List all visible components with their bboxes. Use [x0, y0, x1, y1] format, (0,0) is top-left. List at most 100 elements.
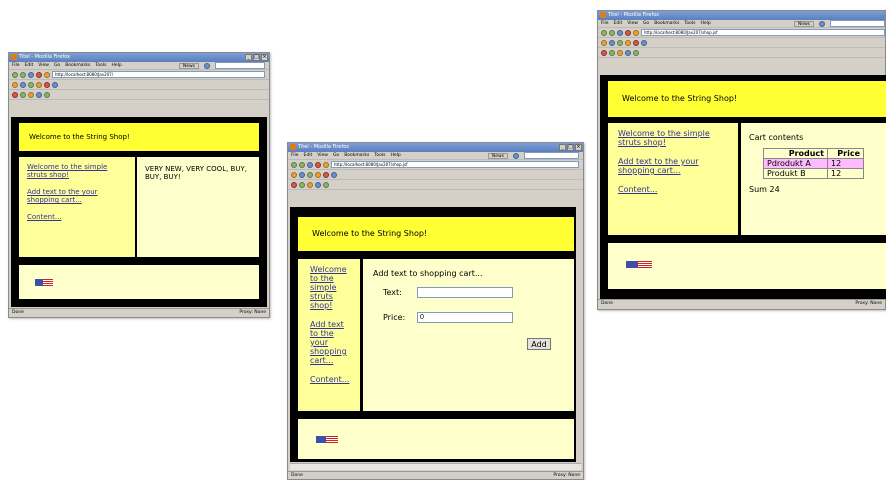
menu-help[interactable]: Help: [390, 152, 400, 159]
menu-go[interactable]: Go: [333, 152, 339, 159]
back-icon[interactable]: [12, 71, 18, 78]
menu-bookmarks[interactable]: Bookmarks: [344, 152, 369, 159]
reload-icon[interactable]: [617, 29, 623, 36]
extension-icon[interactable]: [323, 181, 329, 188]
search-input[interactable]: [215, 62, 265, 69]
bookmark-icon[interactable]: [20, 81, 26, 88]
forward-icon[interactable]: [20, 71, 26, 78]
bookmark-icon[interactable]: [28, 81, 34, 88]
home-icon[interactable]: [633, 29, 639, 36]
back-icon[interactable]: [291, 161, 297, 168]
menu-view[interactable]: View: [627, 20, 638, 27]
extension-icon[interactable]: [609, 49, 615, 56]
menu-help[interactable]: Help: [111, 62, 121, 69]
extension-icon[interactable]: [12, 91, 18, 98]
bookmark-icon[interactable]: [291, 171, 297, 178]
menu-file[interactable]: File: [291, 152, 299, 159]
minimize-button[interactable]: _: [559, 144, 566, 151]
link-welcome[interactable]: Welcome to the simple struts shop!: [618, 129, 728, 147]
home-icon[interactable]: [44, 71, 50, 78]
menu-edit[interactable]: Edit: [614, 20, 623, 27]
stop-icon[interactable]: [625, 29, 631, 36]
news-button[interactable]: News: [178, 63, 199, 69]
stop-icon[interactable]: [36, 71, 42, 78]
bookmark-icon[interactable]: [331, 171, 337, 178]
maximize-button[interactable]: □: [253, 54, 260, 61]
flag-icon[interactable]: [316, 436, 338, 443]
forward-icon[interactable]: [609, 29, 615, 36]
bookmark-icon[interactable]: [44, 81, 50, 88]
bookmark-icon[interactable]: [633, 39, 639, 46]
bookmark-icon[interactable]: [617, 39, 623, 46]
menu-help[interactable]: Help: [700, 20, 710, 27]
extension-icon[interactable]: [28, 91, 34, 98]
refresh-icon[interactable]: [819, 21, 825, 27]
bookmark-icon[interactable]: [625, 39, 631, 46]
menu-tools[interactable]: Tools: [684, 20, 695, 27]
bookmark-icon[interactable]: [601, 39, 607, 46]
link-add-text[interactable]: Add text to the your shopping cart...: [618, 157, 728, 175]
refresh-icon[interactable]: [204, 63, 210, 69]
link-content[interactable]: Content...: [618, 185, 728, 194]
flag-icon[interactable]: [626, 261, 652, 268]
menu-view[interactable]: View: [38, 62, 49, 69]
news-button[interactable]: News: [487, 153, 508, 159]
extension-icon[interactable]: [20, 91, 26, 98]
link-content[interactable]: Content...: [310, 375, 349, 384]
bookmark-icon[interactable]: [36, 81, 42, 88]
menu-tools[interactable]: Tools: [374, 152, 385, 159]
bookmark-icon[interactable]: [299, 171, 305, 178]
extension-icon[interactable]: [625, 49, 631, 56]
text-input[interactable]: [417, 287, 513, 298]
reload-icon[interactable]: [307, 161, 313, 168]
url-input[interactable]: http://localhost:8080/Jav207/shop.jsf: [331, 161, 579, 168]
news-button[interactable]: News: [793, 21, 814, 27]
menu-view[interactable]: View: [317, 152, 328, 159]
menu-file[interactable]: File: [12, 62, 20, 69]
home-icon[interactable]: [323, 161, 329, 168]
url-input[interactable]: http://localhost:8080/Jav207/: [52, 71, 265, 78]
search-input[interactable]: [830, 20, 885, 27]
refresh-icon[interactable]: [513, 153, 519, 159]
search-input[interactable]: [524, 152, 579, 159]
menu-go[interactable]: Go: [643, 20, 649, 27]
add-button[interactable]: Add: [527, 338, 551, 350]
bookmark-icon[interactable]: [12, 81, 18, 88]
bookmark-icon[interactable]: [609, 39, 615, 46]
reload-icon[interactable]: [28, 71, 34, 78]
price-input[interactable]: [417, 312, 513, 323]
menu-edit[interactable]: Edit: [25, 62, 34, 69]
menu-tools[interactable]: Tools: [95, 62, 106, 69]
close-button[interactable]: ×: [575, 144, 582, 151]
bookmark-icon[interactable]: [323, 171, 329, 178]
bookmark-icon[interactable]: [52, 81, 58, 88]
link-welcome[interactable]: Welcome to the simple struts shop!: [310, 265, 348, 310]
extension-icon[interactable]: [601, 49, 607, 56]
menu-edit[interactable]: Edit: [304, 152, 313, 159]
link-welcome[interactable]: Welcome to the simple struts shop!: [27, 163, 127, 179]
maximize-button[interactable]: □: [567, 144, 574, 151]
menu-go[interactable]: Go: [54, 62, 60, 69]
flag-icon[interactable]: [35, 279, 53, 286]
link-content[interactable]: Content...: [27, 213, 127, 221]
bookmark-icon[interactable]: [315, 171, 321, 178]
link-add-text[interactable]: Add text to the your shopping cart...: [310, 320, 348, 365]
close-button[interactable]: ×: [261, 54, 268, 61]
extension-icon[interactable]: [44, 91, 50, 98]
horizontal-scrollbar[interactable]: [290, 463, 581, 470]
menu-bookmarks[interactable]: Bookmarks: [654, 20, 679, 27]
extension-icon[interactable]: [299, 181, 305, 188]
extension-icon[interactable]: [315, 181, 321, 188]
menu-bookmarks[interactable]: Bookmarks: [65, 62, 90, 69]
extension-icon[interactable]: [617, 49, 623, 56]
extension-icon[interactable]: [36, 91, 42, 98]
back-icon[interactable]: [601, 29, 607, 36]
forward-icon[interactable]: [299, 161, 305, 168]
extension-icon[interactable]: [633, 49, 639, 56]
stop-icon[interactable]: [315, 161, 321, 168]
bookmark-icon[interactable]: [307, 171, 313, 178]
url-input[interactable]: http://localhost:8080/Jav207/shop.jsf: [641, 29, 885, 36]
extension-icon[interactable]: [307, 181, 313, 188]
minimize-button[interactable]: _: [245, 54, 252, 61]
bookmark-icon[interactable]: [641, 39, 647, 46]
